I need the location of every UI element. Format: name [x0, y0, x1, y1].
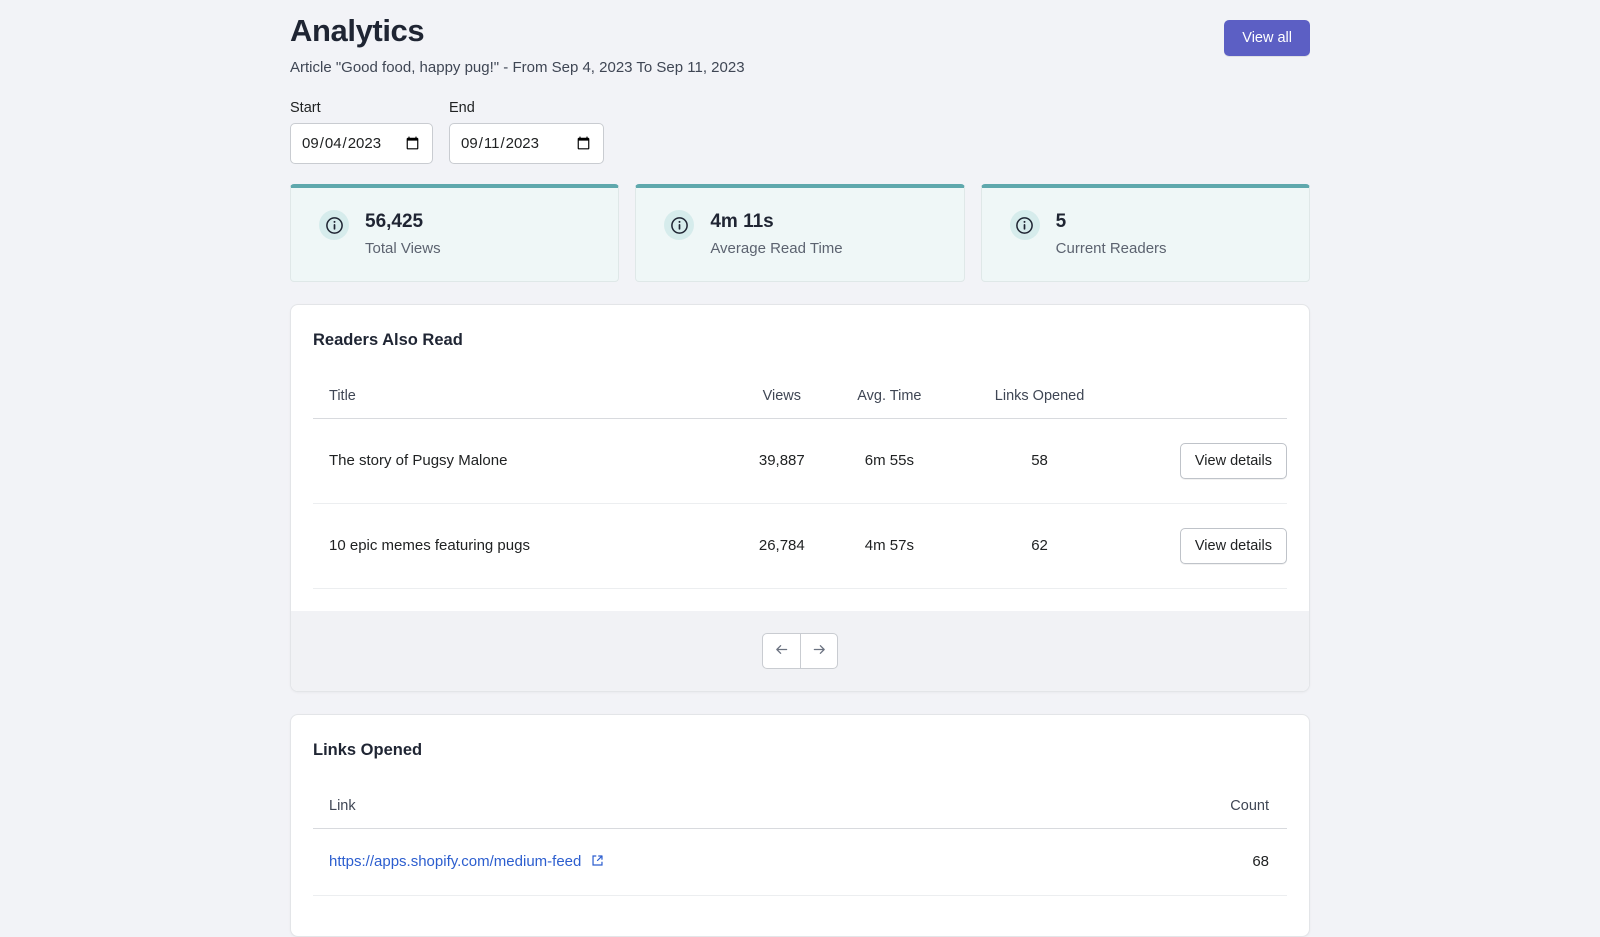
info-icon: [1010, 210, 1040, 240]
table-header: Link Count: [313, 760, 1287, 829]
column-header-count: Count: [1128, 760, 1287, 829]
stat-value: 5: [1056, 210, 1167, 234]
stat-card-total-views: 56,425 Total Views: [290, 184, 619, 282]
stat-value: 4m 11s: [710, 210, 842, 234]
table-row: https://apps.shopify.com/medium-feed 68: [313, 828, 1287, 895]
row-links-opened: 58: [952, 418, 1127, 503]
pagination-footer: [291, 611, 1309, 691]
pagination-group: [762, 633, 838, 669]
table-header-row: Title Views Avg. Time Links Opened: [313, 350, 1287, 419]
info-icon: [664, 210, 694, 240]
table-row: The story of Pugsy Malone 39,887 6m 55s …: [313, 418, 1287, 503]
end-date-input[interactable]: [449, 123, 604, 164]
column-header-link: Link: [313, 760, 1128, 829]
links-opened-title: Links Opened: [313, 737, 1287, 760]
stat-card-current-readers: 5 Current Readers: [981, 184, 1310, 282]
column-header-title: Title: [313, 350, 737, 419]
stat-label: Average Read Time: [710, 240, 842, 257]
info-icon: [319, 210, 349, 240]
row-link-cell: https://apps.shopify.com/medium-feed: [313, 828, 1128, 895]
end-date-label: End: [449, 100, 604, 116]
table-header: Title Views Avg. Time Links Opened: [313, 350, 1287, 419]
links-opened-card: Links Opened Link Count https://apps.sho…: [290, 714, 1310, 937]
end-date-field: End: [449, 100, 604, 164]
opened-link[interactable]: https://apps.shopify.com/medium-feed: [329, 853, 581, 870]
readers-also-read-title: Readers Also Read: [313, 327, 1287, 350]
readers-also-read-table: Title Views Avg. Time Links Opened The s…: [313, 350, 1287, 589]
column-header-links-opened: Links Opened: [952, 350, 1127, 419]
row-title: The story of Pugsy Malone: [313, 418, 737, 503]
row-count: 68: [1128, 828, 1287, 895]
start-date-field: Start: [290, 100, 433, 164]
arrow-right-icon: [811, 641, 828, 661]
view-all-button[interactable]: View all: [1224, 20, 1310, 56]
view-details-button[interactable]: View details: [1180, 528, 1287, 564]
stat-card-average-read-time: 4m 11s Average Read Time: [635, 184, 964, 282]
start-date-input[interactable]: [290, 123, 433, 164]
row-title: 10 epic memes featuring pugs: [313, 503, 737, 588]
column-header-views: Views: [737, 350, 827, 419]
row-action-cell: View details: [1127, 503, 1287, 588]
stat-value: 56,425: [365, 210, 441, 234]
row-views: 26,784: [737, 503, 827, 588]
table-row: 10 epic memes featuring pugs 26,784 4m 5…: [313, 503, 1287, 588]
row-action-cell: View details: [1127, 418, 1287, 503]
stats-row: 56,425 Total Views 4m 11s Average Read T…: [290, 184, 1310, 282]
stat-texts: 56,425 Total Views: [365, 208, 441, 257]
row-avg-time: 4m 57s: [827, 503, 952, 588]
table-body: The story of Pugsy Malone 39,887 6m 55s …: [313, 418, 1287, 588]
page-header-text: Analytics Article "Good food, happy pug!…: [290, 12, 745, 76]
stat-texts: 5 Current Readers: [1056, 208, 1167, 257]
row-links-opened: 62: [952, 503, 1127, 588]
page-subtitle: Article "Good food, happy pug!" - From S…: [290, 59, 745, 76]
column-header-actions: [1127, 350, 1287, 419]
page-title: Analytics: [290, 12, 745, 49]
links-opened-table: Link Count https://apps.shopify.com/medi…: [313, 760, 1287, 896]
table-header-row: Link Count: [313, 760, 1287, 829]
date-range-controls: Start End: [290, 100, 1310, 164]
readers-also-read-card: Readers Also Read Title Views Avg. Time …: [290, 304, 1310, 692]
stat-texts: 4m 11s Average Read Time: [710, 208, 842, 257]
analytics-page: Analytics Article "Good food, happy pug!…: [290, 0, 1310, 937]
stat-label: Total Views: [365, 240, 441, 257]
page-header: Analytics Article "Good food, happy pug!…: [290, 12, 1310, 76]
external-link-icon: [586, 854, 603, 871]
table-body: https://apps.shopify.com/medium-feed 68: [313, 828, 1287, 895]
view-details-button[interactable]: View details: [1180, 443, 1287, 479]
stat-label: Current Readers: [1056, 240, 1167, 257]
arrow-left-icon: [773, 641, 790, 661]
start-date-label: Start: [290, 100, 433, 116]
pagination-next-button[interactable]: [800, 633, 838, 669]
row-views: 39,887: [737, 418, 827, 503]
links-card-bottom-padding: [313, 896, 1287, 936]
pagination-previous-button[interactable]: [762, 633, 800, 669]
column-header-avg-time: Avg. Time: [827, 350, 952, 419]
row-avg-time: 6m 55s: [827, 418, 952, 503]
